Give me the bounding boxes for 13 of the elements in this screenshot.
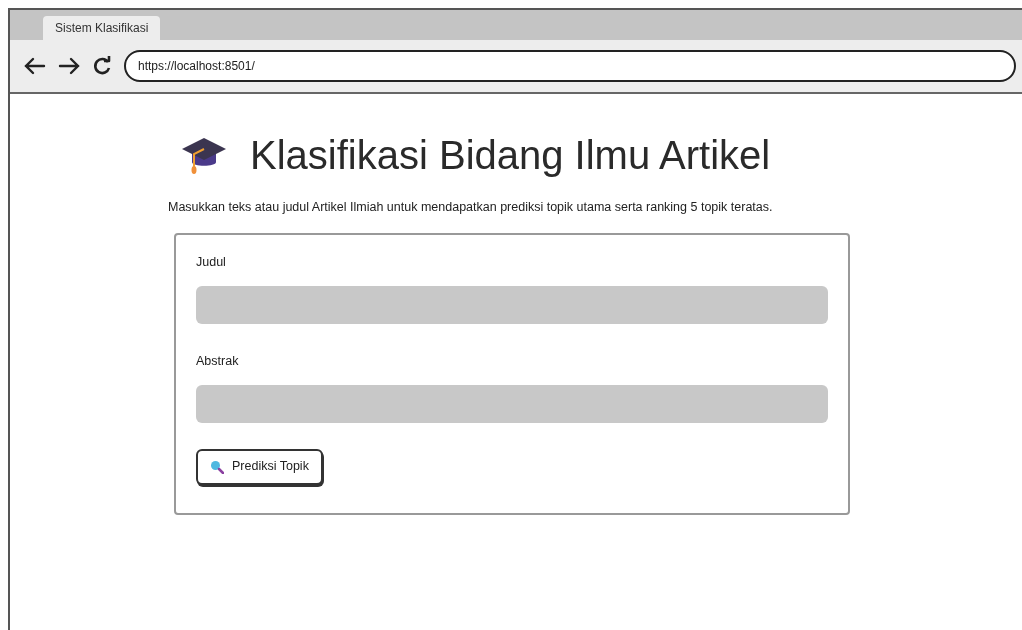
description-text: Masukkan teks atau judul Artikel Ilmiah untuk mendapatkan prediksi topik utama serta ranking 5 topik teratas.	[168, 200, 774, 215]
address-field[interactable]: https://localhost:8501/	[124, 50, 1016, 82]
reload-icon[interactable]	[92, 56, 112, 76]
input-field[interactable]	[196, 384, 828, 423]
field-label: Abstrak	[196, 352, 240, 370]
browser-tab[interactable]: Sistem Klasifikasi	[43, 16, 161, 40]
predict-button[interactable]: Prediksi Topik	[196, 448, 323, 485]
forward-icon[interactable]	[58, 57, 80, 75]
search-icon	[210, 459, 224, 474]
field-label: Judul	[196, 254, 227, 271]
back-icon[interactable]	[24, 57, 46, 75]
input-field[interactable]	[196, 285, 828, 324]
page-title: Klasifikasi Bidang Ilmu Artikel	[250, 135, 771, 175]
